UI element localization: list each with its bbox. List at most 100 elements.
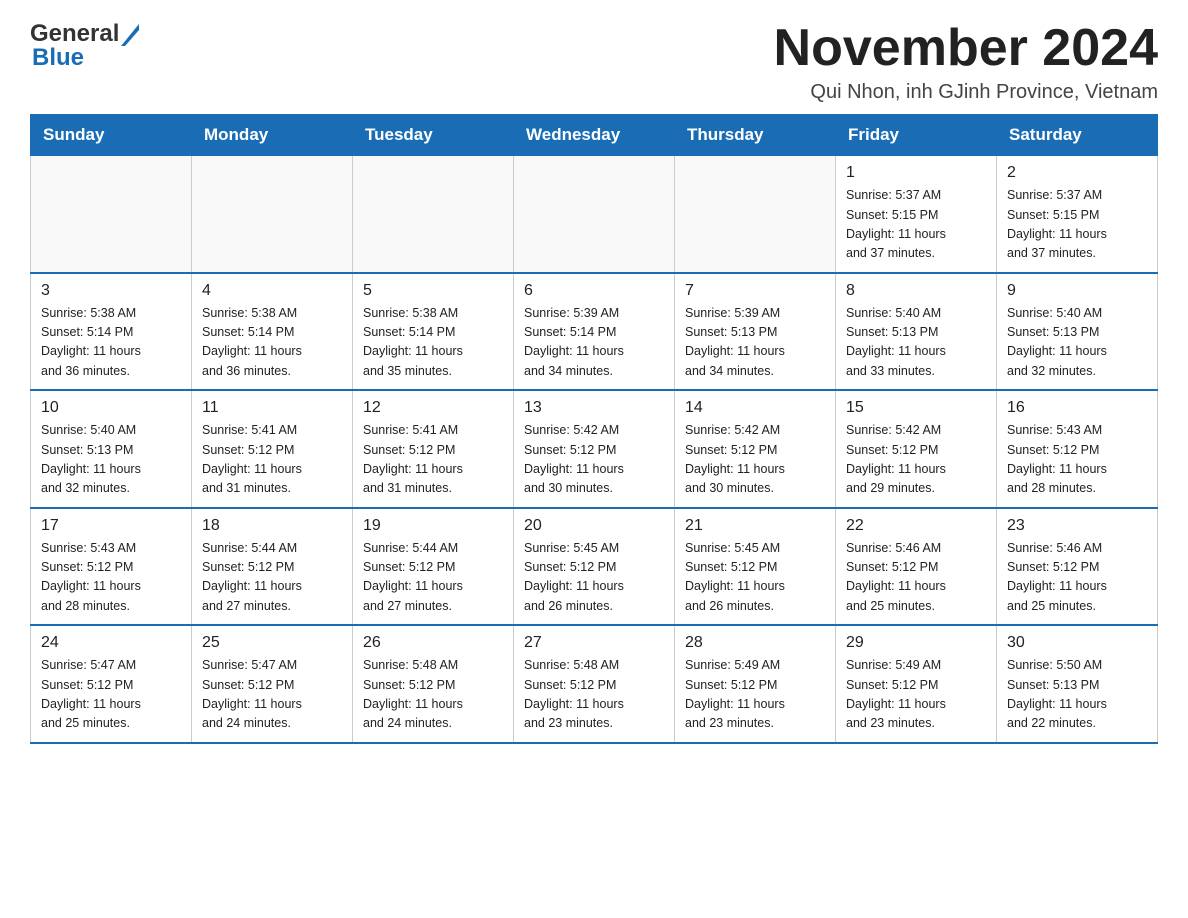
day-number: 10	[41, 399, 181, 417]
day-info: Sunrise: 5:43 AMSunset: 5:12 PMDaylight:…	[1007, 421, 1147, 499]
day-number: 9	[1007, 282, 1147, 300]
calendar-cell: 10 Sunrise: 5:40 AMSunset: 5:13 PMDayligh…	[31, 390, 192, 508]
day-info: Sunrise: 5:48 AMSunset: 5:12 PMDaylight:…	[363, 656, 503, 734]
calendar-cell: 6 Sunrise: 5:39 AMSunset: 5:14 PMDaylight…	[514, 273, 675, 391]
day-number: 8	[846, 282, 986, 300]
calendar-cell: 15Sunrise: 5:42 AMSunset: 5:12 PMDayligh…	[836, 390, 997, 508]
calendar-week-4: 17 Sunrise: 5:43 AMSunset: 5:12 PMDayligh…	[31, 508, 1158, 626]
day-number: 6	[524, 282, 664, 300]
day-info: Sunrise: 5:40 AMSunset: 5:13 PMDaylight:…	[41, 421, 181, 499]
calendar-cell: 29Sunrise: 5:49 AMSunset: 5:12 PMDayligh…	[836, 625, 997, 743]
day-number: 1	[846, 164, 986, 182]
day-number: 28	[685, 634, 825, 652]
day-info: Sunrise: 5:45 AMSunset: 5:12 PMDaylight:…	[685, 539, 825, 617]
day-number: 19	[363, 517, 503, 535]
day-number: 7	[685, 282, 825, 300]
day-number: 18	[202, 517, 342, 535]
day-number: 24	[41, 634, 181, 652]
day-number: 16	[1007, 399, 1147, 417]
calendar-cell: 24 Sunrise: 5:47 AMSunset: 5:12 PMDayligh…	[31, 625, 192, 743]
calendar-cell: 25Sunrise: 5:47 AMSunset: 5:12 PMDayligh…	[192, 625, 353, 743]
calendar-cell: 12Sunrise: 5:41 AMSunset: 5:12 PMDayligh…	[353, 390, 514, 508]
calendar-cell	[192, 156, 353, 273]
calendar-cell: 20 Sunrise: 5:45 AMSunset: 5:12 PMDayligh…	[514, 508, 675, 626]
day-number: 3	[41, 282, 181, 300]
day-number: 11	[202, 399, 342, 417]
page-title: November 2024	[774, 20, 1158, 77]
logo-blue-text: Blue	[32, 44, 84, 72]
calendar-cell	[353, 156, 514, 273]
calendar-week-5: 24 Sunrise: 5:47 AMSunset: 5:12 PMDayligh…	[31, 625, 1158, 743]
day-number: 27	[524, 634, 664, 652]
calendar-cell: 8 Sunrise: 5:40 AMSunset: 5:13 PMDaylight…	[836, 273, 997, 391]
title-section: November 2024 Qui Nhon, inh GJinh Provin…	[774, 20, 1158, 104]
weekday-header-row: SundayMondayTuesdayWednesdayThursdayFrid…	[31, 115, 1158, 156]
day-info: Sunrise: 5:46 AMSunset: 5:12 PMDaylight:…	[846, 539, 986, 617]
calendar-cell: 7 Sunrise: 5:39 AMSunset: 5:13 PMDaylight…	[675, 273, 836, 391]
calendar-cell: 26 Sunrise: 5:48 AMSunset: 5:12 PMDayligh…	[353, 625, 514, 743]
day-number: 17	[41, 517, 181, 535]
day-number: 15	[846, 399, 986, 417]
day-info: Sunrise: 5:46 AMSunset: 5:12 PMDaylight:…	[1007, 539, 1147, 617]
day-number: 22	[846, 517, 986, 535]
logo-triangle-icon	[121, 24, 139, 46]
calendar-cell: 18Sunrise: 5:44 AMSunset: 5:12 PMDayligh…	[192, 508, 353, 626]
calendar-cell: 13 Sunrise: 5:42 AMSunset: 5:12 PMDayligh…	[514, 390, 675, 508]
calendar-cell: 23 Sunrise: 5:46 AMSunset: 5:12 PMDayligh…	[997, 508, 1158, 626]
day-number: 4	[202, 282, 342, 300]
day-info: Sunrise: 5:37 AMSunset: 5:15 PMDaylight:…	[846, 186, 986, 264]
weekday-header-thursday: Thursday	[675, 115, 836, 156]
calendar-cell: 28Sunrise: 5:49 AMSunset: 5:12 PMDayligh…	[675, 625, 836, 743]
calendar-table: SundayMondayTuesdayWednesdayThursdayFrid…	[30, 114, 1158, 744]
calendar-cell: 14Sunrise: 5:42 AMSunset: 5:12 PMDayligh…	[675, 390, 836, 508]
calendar-header: SundayMondayTuesdayWednesdayThursdayFrid…	[31, 115, 1158, 156]
calendar-cell	[514, 156, 675, 273]
calendar-week-3: 10 Sunrise: 5:40 AMSunset: 5:13 PMDayligh…	[31, 390, 1158, 508]
calendar-cell: 27 Sunrise: 5:48 AMSunset: 5:12 PMDayligh…	[514, 625, 675, 743]
day-info: Sunrise: 5:41 AMSunset: 5:12 PMDaylight:…	[202, 421, 342, 499]
calendar-body: 1 Sunrise: 5:37 AMSunset: 5:15 PMDaylight…	[31, 156, 1158, 743]
day-info: Sunrise: 5:45 AMSunset: 5:12 PMDaylight:…	[524, 539, 664, 617]
day-info: Sunrise: 5:38 AMSunset: 5:14 PMDaylight:…	[363, 304, 503, 382]
day-number: 14	[685, 399, 825, 417]
day-info: Sunrise: 5:39 AMSunset: 5:13 PMDaylight:…	[685, 304, 825, 382]
calendar-cell: 3 Sunrise: 5:38 AMSunset: 5:14 PMDaylight…	[31, 273, 192, 391]
page-subtitle: Qui Nhon, inh GJinh Province, Vietnam	[774, 81, 1158, 104]
day-info: Sunrise: 5:47 AMSunset: 5:12 PMDaylight:…	[202, 656, 342, 734]
logo: General Blue	[30, 20, 139, 72]
page-header: General Blue November 2024 Qui Nhon, inh…	[30, 20, 1158, 104]
weekday-header-sunday: Sunday	[31, 115, 192, 156]
calendar-cell: 5 Sunrise: 5:38 AMSunset: 5:14 PMDaylight…	[353, 273, 514, 391]
day-info: Sunrise: 5:42 AMSunset: 5:12 PMDaylight:…	[524, 421, 664, 499]
day-info: Sunrise: 5:47 AMSunset: 5:12 PMDaylight:…	[41, 656, 181, 734]
weekday-header-friday: Friday	[836, 115, 997, 156]
day-number: 12	[363, 399, 503, 417]
day-number: 29	[846, 634, 986, 652]
day-number: 13	[524, 399, 664, 417]
calendar-cell: 19Sunrise: 5:44 AMSunset: 5:12 PMDayligh…	[353, 508, 514, 626]
calendar-cell: 21Sunrise: 5:45 AMSunset: 5:12 PMDayligh…	[675, 508, 836, 626]
day-number: 5	[363, 282, 503, 300]
day-info: Sunrise: 5:39 AMSunset: 5:14 PMDaylight:…	[524, 304, 664, 382]
day-info: Sunrise: 5:37 AMSunset: 5:15 PMDaylight:…	[1007, 186, 1147, 264]
calendar-cell	[31, 156, 192, 273]
calendar-cell: 17 Sunrise: 5:43 AMSunset: 5:12 PMDayligh…	[31, 508, 192, 626]
weekday-header-tuesday: Tuesday	[353, 115, 514, 156]
day-info: Sunrise: 5:38 AMSunset: 5:14 PMDaylight:…	[202, 304, 342, 382]
weekday-header-monday: Monday	[192, 115, 353, 156]
day-info: Sunrise: 5:40 AMSunset: 5:13 PMDaylight:…	[846, 304, 986, 382]
day-info: Sunrise: 5:48 AMSunset: 5:12 PMDaylight:…	[524, 656, 664, 734]
day-number: 2	[1007, 164, 1147, 182]
day-info: Sunrise: 5:50 AMSunset: 5:13 PMDaylight:…	[1007, 656, 1147, 734]
day-info: Sunrise: 5:43 AMSunset: 5:12 PMDaylight:…	[41, 539, 181, 617]
calendar-cell: 1 Sunrise: 5:37 AMSunset: 5:15 PMDaylight…	[836, 156, 997, 273]
day-info: Sunrise: 5:38 AMSunset: 5:14 PMDaylight:…	[41, 304, 181, 382]
calendar-cell: 9Sunrise: 5:40 AMSunset: 5:13 PMDaylight…	[997, 273, 1158, 391]
weekday-header-wednesday: Wednesday	[514, 115, 675, 156]
day-number: 26	[363, 634, 503, 652]
calendar-cell: 2 Sunrise: 5:37 AMSunset: 5:15 PMDaylight…	[997, 156, 1158, 273]
day-number: 30	[1007, 634, 1147, 652]
calendar-cell: 11 Sunrise: 5:41 AMSunset: 5:12 PMDayligh…	[192, 390, 353, 508]
day-number: 23	[1007, 517, 1147, 535]
day-number: 20	[524, 517, 664, 535]
